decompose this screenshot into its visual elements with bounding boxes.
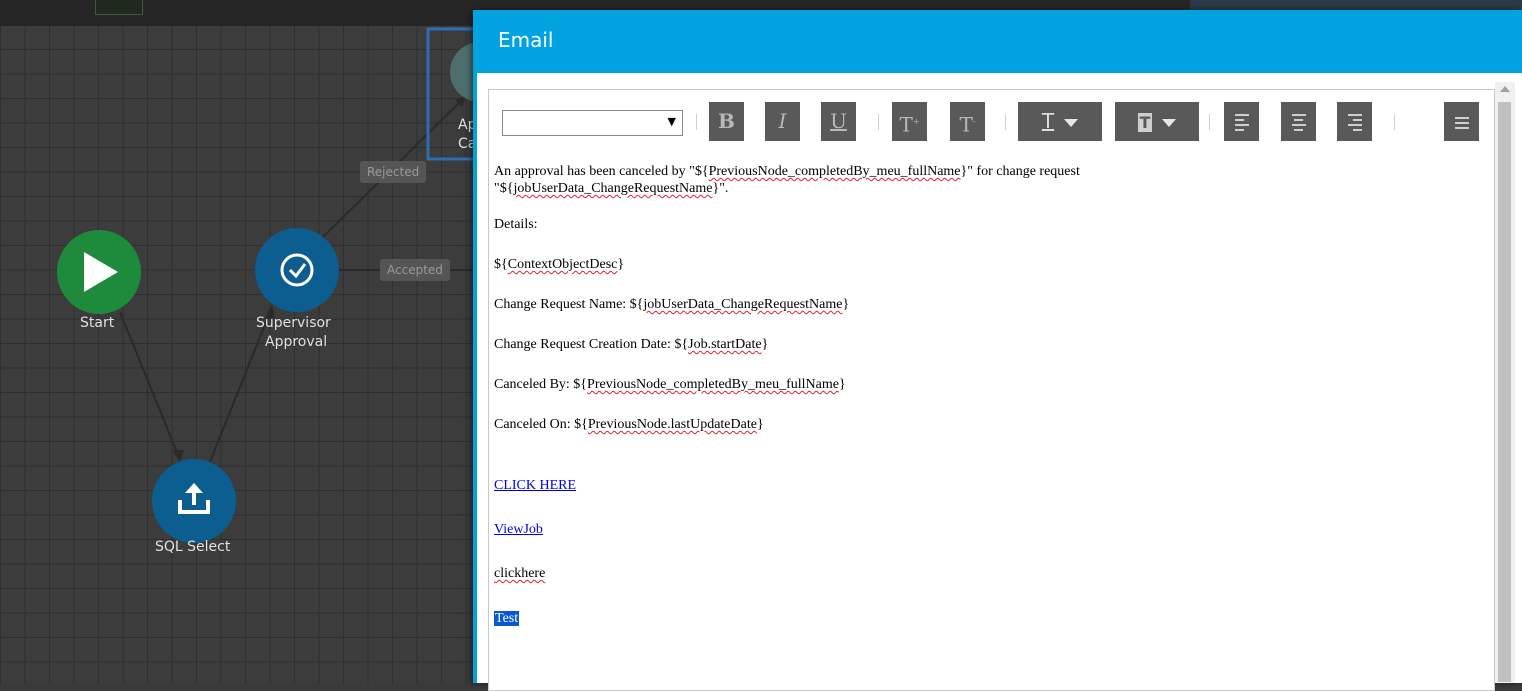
- paragraph-creation-date: Change Request Creation Date: ${Job.star…: [494, 336, 768, 353]
- toolbar-separator: [696, 114, 697, 130]
- cby-variable: PreviousNode_completedBy_meu_fullName: [587, 377, 839, 392]
- start-node-label: Start: [80, 315, 115, 331]
- crn-variable: jobUserData_ChangeRequestName: [643, 297, 843, 312]
- link-view-job[interactable]: ViewJob: [494, 521, 543, 538]
- intro-text: "${: [494, 181, 514, 196]
- paragraph-details: Details:: [494, 217, 538, 232]
- editor-toolbar: ▼ B I U T+ T- T T: [489, 90, 1494, 152]
- accepted-edge-badge[interactable]: Accepted: [380, 259, 450, 281]
- context-text: ${: [494, 257, 508, 272]
- supervisor-node-label-line2: Approval: [265, 334, 328, 350]
- intro-text: An approval has been canceled by "${: [494, 164, 709, 179]
- highlight-color-icon: T: [1137, 113, 1153, 132]
- selection-highlight: Test: [494, 611, 520, 626]
- selected-text-test: Test: [494, 610, 520, 627]
- underline-button[interactable]: U: [821, 102, 856, 141]
- intro-text: }".: [712, 181, 729, 196]
- link-click-here[interactable]: CLICK HERE: [494, 477, 576, 494]
- dropdown-arrow-icon: ▼: [667, 115, 676, 128]
- bold-button[interactable]: B: [709, 102, 744, 141]
- dialog-title: Email: [498, 28, 554, 52]
- cby-text: Canceled By: ${: [494, 377, 588, 392]
- email-dialog: Email ▼ B I U T+ T- T T An approval has …: [473, 10, 1522, 691]
- highlight-color-button[interactable]: T: [1115, 102, 1199, 141]
- paragraph-intro-line1: An approval has been canceled by "${Prev…: [494, 163, 1080, 180]
- edge-arrowhead: [172, 450, 184, 462]
- con-text: Canceled On: ${: [494, 417, 588, 432]
- caret-down-icon: [1162, 118, 1177, 127]
- align-center-button[interactable]: [1281, 102, 1316, 141]
- align-left-button[interactable]: [1224, 102, 1259, 141]
- superscript-button[interactable]: T+: [892, 102, 927, 141]
- context-variable: ContextObjectDesc: [507, 257, 618, 272]
- context-text: }: [617, 257, 625, 272]
- text-color-button[interactable]: T: [1018, 102, 1102, 141]
- align-right-button[interactable]: [1337, 102, 1372, 141]
- rich-text-editor[interactable]: ▼ B I U T+ T- T T An approval has been c…: [488, 89, 1495, 691]
- rejected-edge-badge[interactable]: Rejected: [360, 161, 427, 183]
- crd-variable: Job.startDate: [688, 337, 762, 352]
- crd-text: Change Request Creation Date: ${: [494, 337, 689, 352]
- scroll-up-arrow-icon[interactable]: [1500, 86, 1510, 92]
- subscript-label: T: [959, 112, 973, 137]
- hamburger-menu-icon: [1454, 114, 1469, 132]
- sql-select-node-label: SQL Select: [155, 539, 231, 555]
- italic-button[interactable]: I: [765, 102, 800, 141]
- text-color-icon: T: [1041, 109, 1055, 133]
- toolbar-separator: [1005, 114, 1006, 130]
- cby-text: }: [838, 377, 846, 392]
- toolbar-separator: [878, 114, 879, 130]
- crn-text: Change Request Name: ${: [494, 297, 644, 312]
- subscript-button[interactable]: T-: [950, 102, 985, 141]
- paragraph-intro-line2: "${jobUserData_ChangeRequestName}".: [494, 180, 728, 197]
- intro-text: }" for change request: [960, 164, 1080, 179]
- vertical-scrollbar[interactable]: [1495, 82, 1515, 683]
- more-options-button[interactable]: [1444, 102, 1479, 141]
- dialog-header: Email: [473, 10, 1522, 73]
- toolbar-separator: [1394, 114, 1395, 130]
- align-left-icon: [1234, 111, 1249, 134]
- caret-down-icon: [1064, 118, 1079, 127]
- align-center-icon: [1291, 111, 1306, 134]
- superscript-label: T: [899, 112, 913, 137]
- con-variable: PreviousNode.lastUpdateDate: [587, 417, 757, 432]
- intro-variable-completed-by: PreviousNode_completedBy_meu_fullName: [708, 164, 961, 179]
- crd-text: }: [761, 337, 769, 352]
- supervisor-approval-node: [255, 228, 339, 312]
- paragraph-context-object: ${ContextObjectDesc}: [494, 256, 624, 273]
- con-text: }: [756, 417, 764, 432]
- intro-variable-change-request: jobUserData_ChangeRequestName: [513, 181, 713, 196]
- font-select[interactable]: ▼: [502, 110, 683, 136]
- scrollbar-thumb[interactable]: [1498, 102, 1511, 682]
- paragraph-canceled-on: Canceled On: ${PreviousNode.lastUpdateDa…: [494, 416, 764, 433]
- paragraph-canceled-by: Canceled By: ${PreviousNode_completedBy_…: [494, 376, 846, 393]
- toolbar-separator: [1209, 114, 1210, 130]
- edge-sql-to-supervisor: [209, 311, 271, 463]
- edge-start-to-sql: [119, 311, 179, 456]
- paragraph-change-request-name: Change Request Name: ${jobUserData_Chang…: [494, 296, 849, 313]
- supervisor-node-label-line1: Supervisor: [256, 315, 331, 331]
- crn-text: }: [842, 297, 850, 312]
- align-right-icon: [1347, 111, 1362, 134]
- text-clickhere: clickhere: [494, 566, 546, 581]
- dialog-left-border: [473, 73, 477, 683]
